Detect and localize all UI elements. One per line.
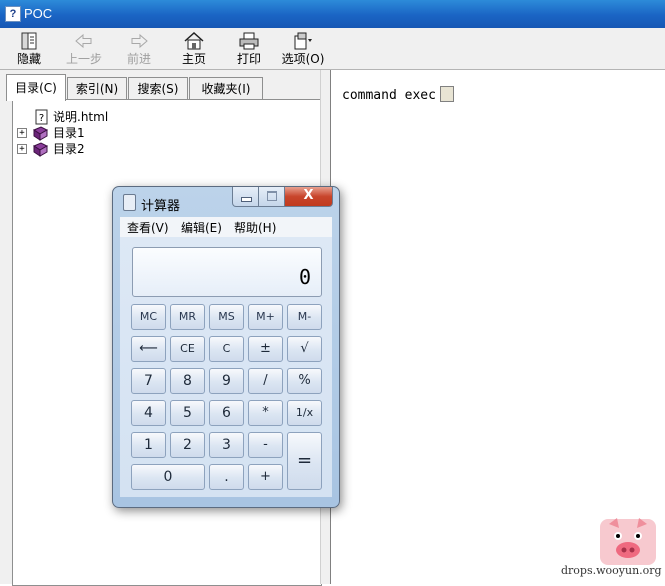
help-page-icon: ? xyxy=(35,109,48,125)
ce-button[interactable]: CE xyxy=(170,336,205,362)
options-icon xyxy=(294,32,312,50)
mc-button[interactable]: MC xyxy=(131,304,166,330)
calculator-icon xyxy=(123,194,136,211)
hide-icon xyxy=(21,32,37,50)
tab-index-label: 索引(N) xyxy=(75,82,119,96)
calculator-display: 0 xyxy=(132,247,322,297)
digit-9-button[interactable]: 9 xyxy=(209,368,244,394)
tab-search[interactable]: 搜索(S) xyxy=(128,77,188,100)
maximize-button[interactable] xyxy=(258,187,285,207)
menu-edit[interactable]: 编辑(E) xyxy=(181,219,222,236)
decimal-button[interactable]: . xyxy=(209,464,244,490)
minimize-icon xyxy=(241,197,252,202)
reciprocal-button[interactable]: 1/x xyxy=(287,400,322,426)
calculator-menubar: 查看(V) 编辑(E) 帮助(H) xyxy=(120,217,332,238)
forward-label: 前进 xyxy=(126,52,151,66)
back-button[interactable]: 上一步 xyxy=(59,31,109,67)
book-icon xyxy=(32,142,48,157)
tree-item-label: 说明.html xyxy=(53,110,109,124)
expand-icon[interactable]: + xyxy=(17,128,27,138)
back-label: 上一步 xyxy=(65,52,102,66)
tree-item-label: 目录2 xyxy=(53,142,85,156)
home-icon xyxy=(184,32,204,50)
content-text: command exec xyxy=(342,88,436,103)
maximize-icon xyxy=(267,191,277,201)
watermark-text: drops.wooyun.org xyxy=(561,564,662,577)
calculator-body: 0 MC MR MS M+ M- ⟵ CE C ± √ 7 8 9 / % 4 … xyxy=(120,237,332,497)
multiply-button[interactable]: * xyxy=(248,400,283,426)
hide-label: 隐藏 xyxy=(16,52,41,66)
display-value: 0 xyxy=(298,265,311,289)
minimize-button[interactable] xyxy=(232,187,259,207)
print-button[interactable]: 打印 xyxy=(224,31,274,67)
tab-contents-label: 目录(C) xyxy=(15,81,57,95)
plus-minus-button[interactable]: ± xyxy=(248,336,283,362)
print-label: 打印 xyxy=(236,52,261,66)
close-button[interactable]: X xyxy=(284,187,333,207)
shortcut-icon[interactable] xyxy=(440,86,454,102)
percent-button[interactable]: % xyxy=(287,368,322,394)
add-button[interactable]: + xyxy=(248,464,283,490)
window-title: POC xyxy=(24,6,53,21)
divide-button[interactable]: / xyxy=(248,368,283,394)
pig-logo xyxy=(600,518,656,565)
tree-item-label: 目录1 xyxy=(53,126,85,140)
digit-7-button[interactable]: 7 xyxy=(131,368,166,394)
m-plus-button[interactable]: M+ xyxy=(248,304,283,330)
forward-button[interactable]: 前进 xyxy=(114,31,164,67)
back-arrow-icon xyxy=(75,33,92,49)
digit-8-button[interactable]: 8 xyxy=(170,368,205,394)
subtract-button[interactable]: - xyxy=(248,432,283,458)
options-label: 选项(O) xyxy=(281,52,325,66)
tab-index[interactable]: 索引(N) xyxy=(67,77,127,100)
options-button[interactable]: 选项(O) xyxy=(278,31,328,67)
digit-3-button[interactable]: 3 xyxy=(209,432,244,458)
digit-1-button[interactable]: 1 xyxy=(131,432,166,458)
book-icon xyxy=(32,126,48,141)
ms-button[interactable]: MS xyxy=(209,304,244,330)
tree-item[interactable]: + 目录1 xyxy=(13,125,133,141)
backspace-button[interactable]: ⟵ xyxy=(131,336,166,362)
calculator-window: 计算器 X 查看(V) 编辑(E) 帮助(H) 0 MC MR MS M+ M-… xyxy=(112,186,340,508)
clear-button[interactable]: C xyxy=(209,336,244,362)
tree-item[interactable]: + 目录2 xyxy=(13,141,133,157)
content-pane: command exec drops.wooyun.org xyxy=(330,70,665,584)
tab-favorites[interactable]: 收藏夹(I) xyxy=(189,77,263,100)
forward-arrow-icon xyxy=(131,33,148,49)
digit-2-button[interactable]: 2 xyxy=(170,432,205,458)
m-minus-button[interactable]: M- xyxy=(287,304,322,330)
digit-6-button[interactable]: 6 xyxy=(209,400,244,426)
toolbar: 隐藏 上一步 前进 主页 打印 选项(O) xyxy=(0,28,665,70)
sqrt-button[interactable]: √ xyxy=(287,336,322,362)
tree-item[interactable]: ? 说明.html xyxy=(13,109,133,125)
digit-4-button[interactable]: 4 xyxy=(131,400,166,426)
close-icon: X xyxy=(303,188,314,203)
tab-search-label: 搜索(S) xyxy=(137,82,179,96)
menu-help[interactable]: 帮助(H) xyxy=(234,219,276,236)
help-file-icon: ? xyxy=(5,6,21,22)
expand-icon[interactable]: + xyxy=(17,144,27,154)
window-titlebar[interactable]: ? POC xyxy=(0,0,665,28)
hide-button[interactable]: 隐藏 xyxy=(4,31,54,67)
mr-button[interactable]: MR xyxy=(170,304,205,330)
digit-5-button[interactable]: 5 xyxy=(170,400,205,426)
digit-0-button[interactable]: 0 xyxy=(131,464,205,490)
equals-button[interactable]: = xyxy=(287,432,322,490)
svg-text:?: ? xyxy=(39,113,44,124)
calculator-title: 计算器 xyxy=(141,199,181,214)
printer-icon xyxy=(239,32,259,50)
menu-view[interactable]: 查看(V) xyxy=(127,219,169,236)
home-button[interactable]: 主页 xyxy=(169,31,219,67)
tab-contents[interactable]: 目录(C) xyxy=(6,74,66,101)
tab-favorites-label: 收藏夹(I) xyxy=(201,82,251,96)
home-label: 主页 xyxy=(181,52,206,66)
